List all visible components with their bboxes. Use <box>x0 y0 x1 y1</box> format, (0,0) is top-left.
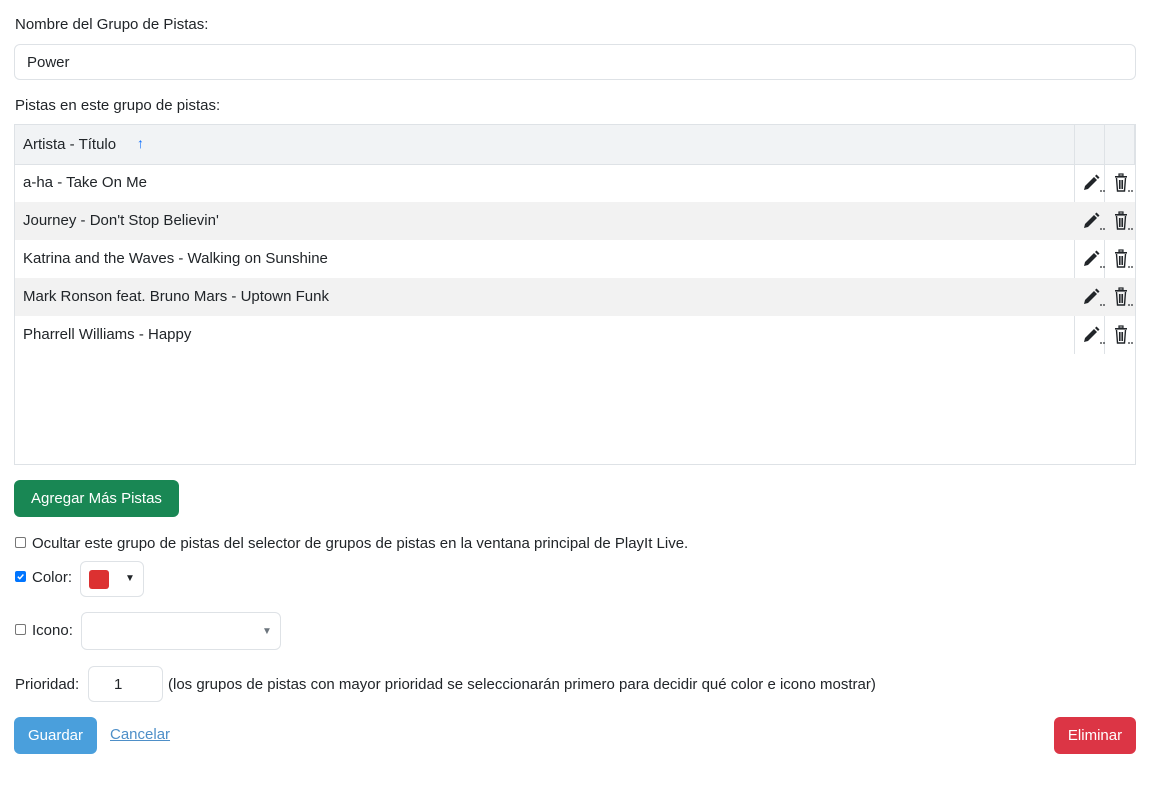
track-title: a-ha - Take On Me <box>23 174 147 191</box>
cancel-link[interactable]: Cancelar <box>110 726 170 743</box>
trash-icon[interactable] <box>1112 325 1136 345</box>
color-label: Color: <box>32 569 73 586</box>
table-row[interactable]: a-ha - Take On Me <box>15 164 1135 202</box>
table-header: Artista - Título ↑ <box>15 125 1135 165</box>
pencil-icon[interactable] <box>1081 173 1105 193</box>
color-swatch <box>89 570 109 589</box>
icon-select[interactable]: ▼ <box>81 612 281 650</box>
pencil-icon[interactable] <box>1081 249 1105 269</box>
group-name-label: Nombre del Grupo de Pistas: <box>15 16 209 33</box>
group-name-input[interactable] <box>14 44 1136 80</box>
pencil-icon[interactable] <box>1081 287 1105 307</box>
caret-down-icon: ▼ <box>125 573 135 584</box>
track-title: Mark Ronson feat. Bruno Mars - Uptown Fu… <box>23 288 329 305</box>
tracks-label: Pistas en este grupo de pistas: <box>15 97 221 114</box>
track-title: Katrina and the Waves - Walking on Sunsh… <box>23 250 328 267</box>
save-button[interactable]: Guardar <box>14 717 97 754</box>
color-checkbox[interactable] <box>15 571 26 582</box>
priority-hint: (los grupos de pistas con mayor priorida… <box>168 676 876 693</box>
column-divider <box>1134 125 1135 164</box>
sort-ascending-icon[interactable]: ↑ <box>137 135 144 151</box>
trash-icon[interactable] <box>1112 249 1136 269</box>
icon-checkbox[interactable] <box>15 624 26 635</box>
caret-down-icon: ▼ <box>262 626 272 637</box>
table-row[interactable]: Journey - Don't Stop Believin' <box>15 202 1135 240</box>
priority-label: Prioridad: <box>15 676 80 693</box>
checkmark-icon <box>17 574 24 580</box>
delete-button[interactable]: Eliminar <box>1054 717 1136 754</box>
track-title: Pharrell Williams - Happy <box>23 326 192 343</box>
tracks-table: Artista - Título ↑ a-ha - Take On Me Jour… <box>14 124 1136 465</box>
table-row[interactable]: Katrina and the Waves - Walking on Sunsh… <box>15 240 1135 278</box>
color-picker[interactable]: ▼ <box>80 561 144 597</box>
table-row[interactable]: Mark Ronson feat. Bruno Mars - Uptown Fu… <box>15 278 1135 316</box>
trash-icon[interactable] <box>1112 173 1136 193</box>
column-header-artist-title[interactable]: Artista - Título <box>23 136 116 153</box>
priority-input[interactable] <box>88 666 163 702</box>
track-title: Journey - Don't Stop Believin' <box>23 212 219 229</box>
add-more-tracks-button[interactable]: Agregar Más Pistas <box>14 480 179 517</box>
pencil-icon[interactable] <box>1081 211 1105 231</box>
table-row[interactable]: Pharrell Williams - Happy <box>15 316 1135 354</box>
icon-label: Icono: <box>32 622 73 639</box>
trash-icon[interactable] <box>1112 287 1136 307</box>
hide-group-label: Ocultar este grupo de pistas del selecto… <box>32 535 689 552</box>
trash-icon[interactable] <box>1112 211 1136 231</box>
hide-group-checkbox[interactable] <box>15 537 26 548</box>
pencil-icon[interactable] <box>1081 325 1105 345</box>
